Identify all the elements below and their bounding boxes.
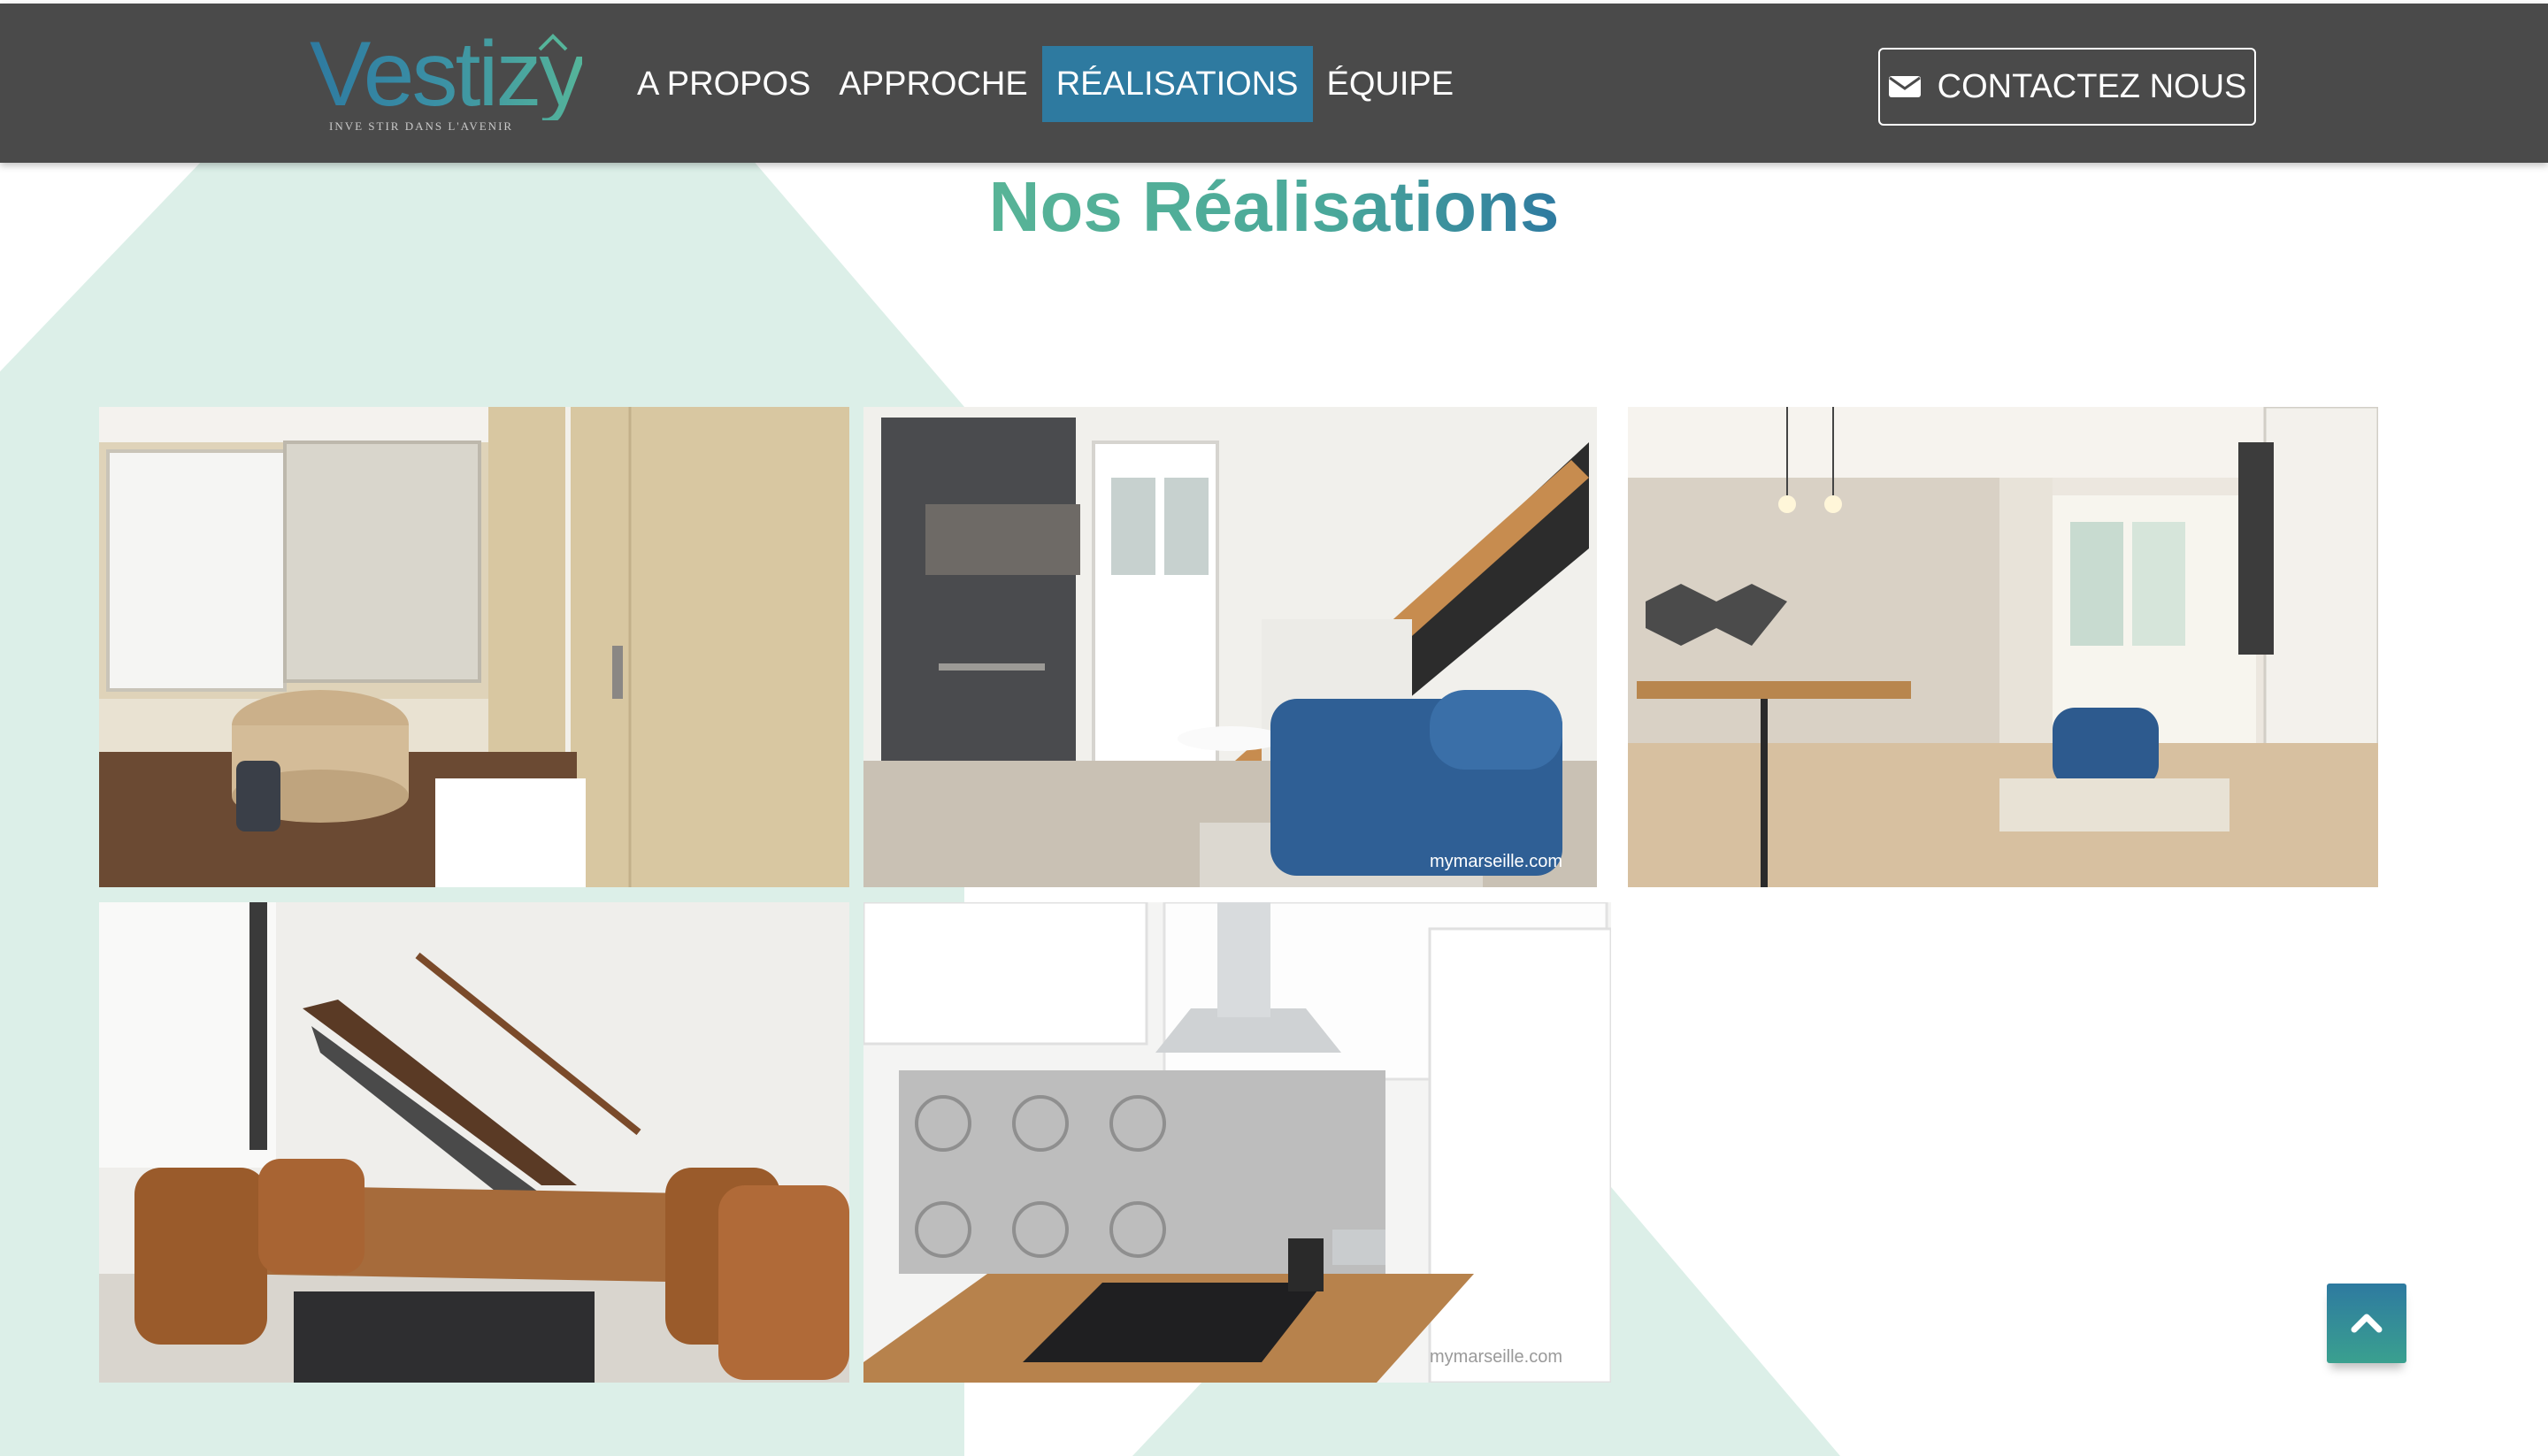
chevron-up-icon <box>2351 1314 2383 1333</box>
brand-logo[interactable]: Vestizy INVE STIR DANS L'AVENIR <box>310 28 585 152</box>
nav-item-a-propos[interactable]: A PROPOS <box>623 46 825 122</box>
gallery-photo-kitchen[interactable]: mymarseille.com <box>863 902 1611 1383</box>
brand-tagline: INVE STIR DANS L'AVENIR <box>329 119 514 133</box>
main-nav: A PROPOS APPROCHE RÉALISATIONS ÉQUIPE <box>623 46 1468 126</box>
watermark-text: mymarseille.com <box>1430 1347 1562 1367</box>
nav-item-equipe[interactable]: ÉQUIPE <box>1313 46 1469 122</box>
gallery-photo-living-room[interactable]: mymarseille.com <box>863 407 1597 887</box>
envelope-icon <box>1888 76 1921 97</box>
watermark-text: mymarseille.com <box>1430 852 1562 871</box>
nav-item-realisations[interactable]: RÉALISATIONS <box>1041 46 1313 122</box>
top-navbar: Vestizy INVE STIR DANS L'AVENIR A PROPOS… <box>0 4 2548 163</box>
gallery-photo-dining-table[interactable] <box>99 902 849 1383</box>
logo-caret-icon <box>538 34 568 51</box>
page-title: Nos Réalisations <box>988 167 1560 246</box>
scroll-top-button[interactable] <box>2327 1284 2406 1363</box>
gallery-photo-dining-living[interactable] <box>1628 407 2378 887</box>
contact-button-label: CONTACTEZ NOUS <box>1937 67 2247 105</box>
nav-item-approche[interactable]: APPROCHE <box>825 46 1041 122</box>
contact-button[interactable]: CONTACTEZ NOUS <box>1878 48 2256 126</box>
gallery-photo-bathroom[interactable] <box>99 407 849 887</box>
